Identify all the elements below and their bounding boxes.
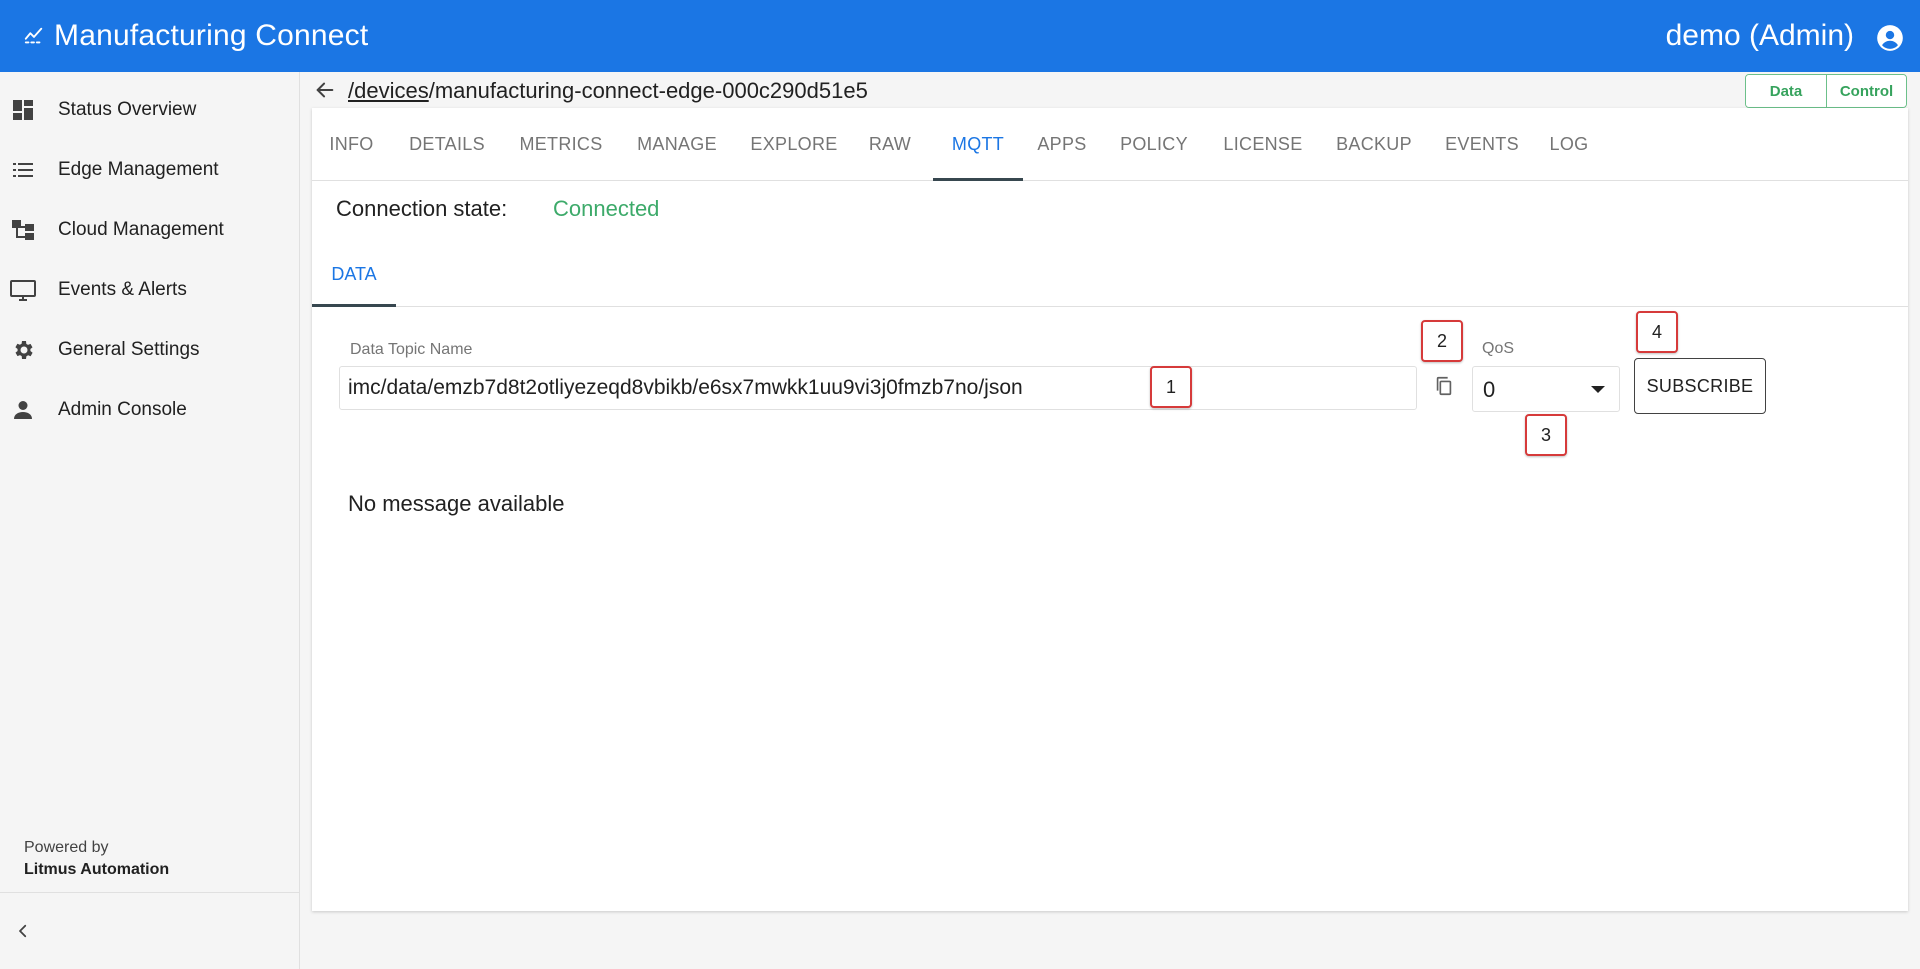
- tab-events[interactable]: EVENTS: [1429, 108, 1535, 181]
- sidebar-item-label: Admin Console: [58, 399, 187, 420]
- sidebar-item-label: Events & Alerts: [58, 279, 187, 300]
- sidebar-item-admin-console[interactable]: Admin Console: [0, 380, 299, 440]
- tab-details[interactable]: DETAILS: [391, 108, 503, 181]
- device-card: INFO DETAILS METRICS MANAGE EXPLORE RAW …: [312, 108, 1908, 911]
- dashboard-icon: [10, 97, 36, 123]
- connection-state-label: Connection state:: [336, 196, 508, 221]
- chart-logo-icon: [22, 24, 46, 48]
- qos-select[interactable]: 0: [1472, 366, 1620, 412]
- sidebar-item-edge-management[interactable]: Edge Management: [0, 140, 299, 200]
- person-icon: [10, 397, 36, 423]
- tab-metrics[interactable]: METRICS: [503, 108, 619, 181]
- dropdown-caret-icon: [1591, 386, 1605, 393]
- annotation-marker-4: 4: [1636, 311, 1678, 353]
- sidebar-divider: [0, 892, 299, 893]
- sidebar-item-events-alerts[interactable]: Events & Alerts: [0, 260, 299, 320]
- sidebar-item-general-settings[interactable]: General Settings: [0, 320, 299, 380]
- breadcrumb: /devices/manufacturing-connect-edge-000c…: [348, 76, 868, 106]
- annotation-marker-2: 2: [1421, 320, 1463, 362]
- device-tabs: INFO DETAILS METRICS MANAGE EXPLORE RAW …: [312, 108, 1908, 181]
- empty-messages-text: No message available: [348, 491, 565, 516]
- data-control-toggle: Data Control: [1745, 74, 1907, 108]
- gear-icon: [10, 337, 36, 363]
- collapse-sidebar-button[interactable]: [10, 920, 36, 946]
- sidebar-item-cloud-management[interactable]: Cloud Management: [0, 200, 299, 260]
- app-title: Manufacturing Connect: [54, 19, 369, 52]
- qos-selected-value: 0: [1483, 377, 1496, 402]
- top-app-bar: Manufacturing Connect demo (Admin): [0, 0, 1920, 72]
- user-name: demo (Admin): [1665, 19, 1854, 52]
- tab-raw[interactable]: RAW: [853, 108, 927, 181]
- tab-backup[interactable]: BACKUP: [1319, 108, 1429, 181]
- powered-by-label: Powered by: [24, 839, 109, 856]
- mqtt-subtabs: DATA: [312, 242, 1908, 307]
- toggle-control-button[interactable]: Control: [1826, 75, 1906, 107]
- qos-label: QoS: [1482, 340, 1515, 357]
- sidebar-item-status-overview[interactable]: Status Overview: [0, 80, 299, 140]
- toggle-data-button[interactable]: Data: [1746, 75, 1826, 107]
- topic-name-input[interactable]: [339, 366, 1417, 410]
- tab-explore[interactable]: EXPLORE: [735, 108, 853, 181]
- active-subtab-indicator: [312, 304, 396, 307]
- list-icon: [10, 157, 36, 183]
- sidebar: Status Overview Edge Management Cloud Ma…: [0, 72, 300, 969]
- sidebar-item-label: Edge Management: [58, 159, 219, 180]
- subscribe-button[interactable]: SUBSCRIBE: [1634, 358, 1766, 414]
- chevron-left-icon: [14, 922, 32, 945]
- sidebar-item-label: General Settings: [58, 339, 200, 360]
- active-tab-indicator: [933, 178, 1023, 181]
- tab-log[interactable]: LOG: [1535, 108, 1603, 181]
- annotation-marker-3: 3: [1525, 414, 1567, 456]
- subtab-data[interactable]: DATA: [312, 242, 396, 306]
- tab-mqtt[interactable]: MQTT: [933, 108, 1023, 181]
- tab-license[interactable]: LICENSE: [1207, 108, 1319, 181]
- copy-icon: [1433, 375, 1455, 402]
- brand-name: Litmus Automation: [24, 861, 170, 878]
- tab-manage[interactable]: MANAGE: [619, 108, 735, 181]
- powered-by: Powered by Litmus Automation: [24, 837, 169, 881]
- breadcrumb-device-name: /manufacturing-connect-edge-000c290d51e5: [428, 78, 868, 103]
- monitor-icon: [10, 277, 36, 303]
- tab-policy[interactable]: POLICY: [1101, 108, 1207, 181]
- tab-apps[interactable]: APPS: [1023, 108, 1101, 181]
- sidebar-item-label: Cloud Management: [58, 219, 224, 240]
- arrow-left-icon: [314, 79, 336, 106]
- back-button[interactable]: [311, 78, 339, 106]
- connection-state-value: Connected: [553, 196, 660, 221]
- account-circle-icon[interactable]: [1876, 24, 1904, 52]
- topic-name-label: Data Topic Name: [350, 341, 473, 358]
- tab-info[interactable]: INFO: [312, 108, 391, 181]
- copy-topic-button[interactable]: [1430, 374, 1458, 402]
- breadcrumb-devices-link[interactable]: /devices: [348, 78, 429, 103]
- sidebar-item-label: Status Overview: [58, 99, 197, 120]
- annotation-marker-1: 1: [1150, 366, 1192, 408]
- hierarchy-icon: [10, 217, 36, 243]
